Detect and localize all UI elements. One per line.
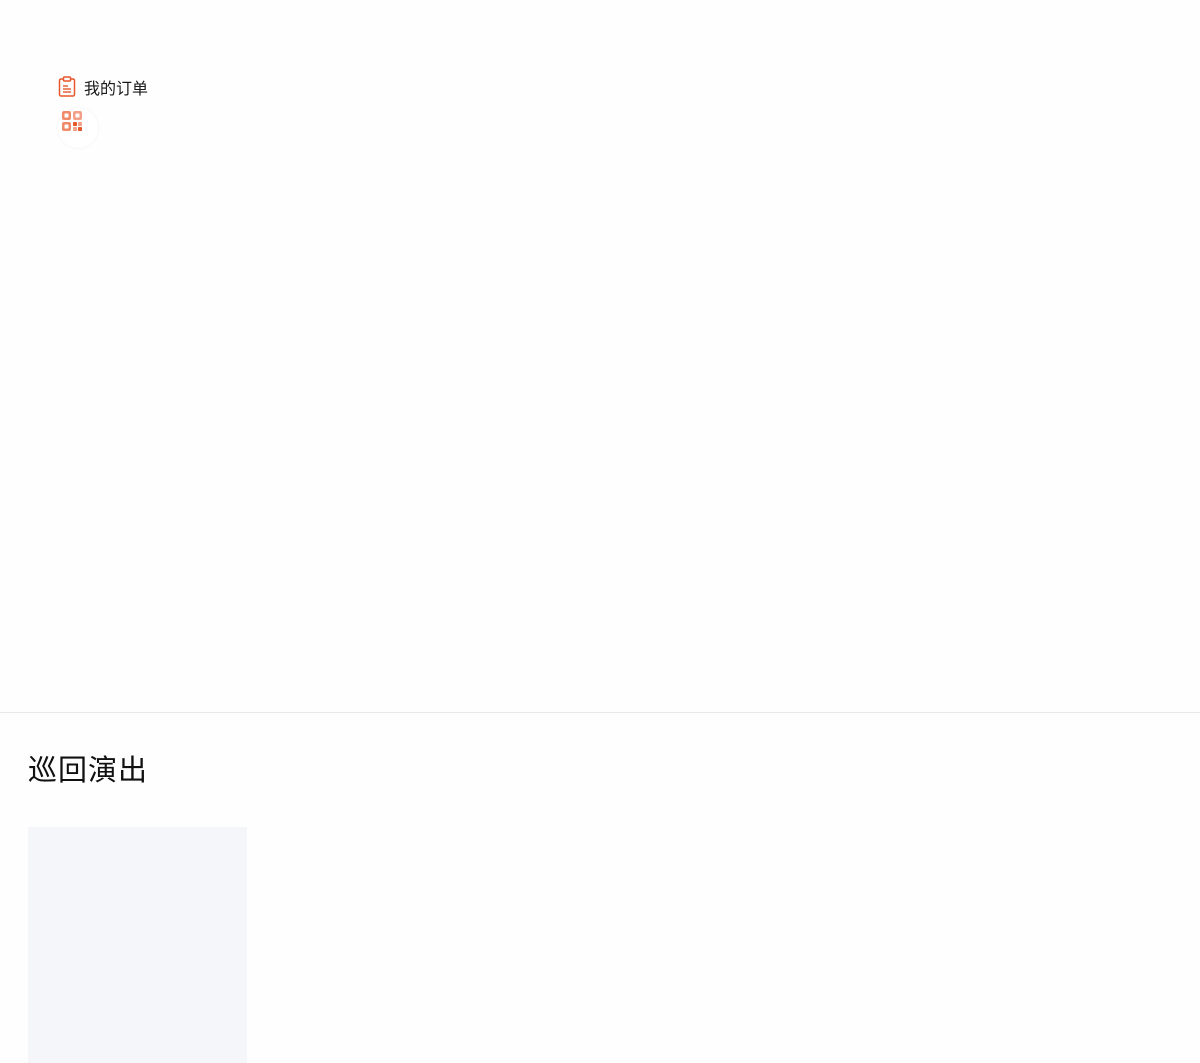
my-orders-link[interactable]: 我的订单 [58,74,148,100]
section-divider [0,712,1200,713]
qr-code-button[interactable] [58,108,98,148]
qr-code-icon [61,110,83,132]
my-orders-label: 我的订单 [84,79,149,98]
page: 我的订单 巡回演出 [0,0,1200,1063]
section-title-tours: 巡回演出 [28,753,149,787]
clipboard-list-icon [58,76,76,98]
tour-card-placeholder[interactable] [28,827,247,1063]
